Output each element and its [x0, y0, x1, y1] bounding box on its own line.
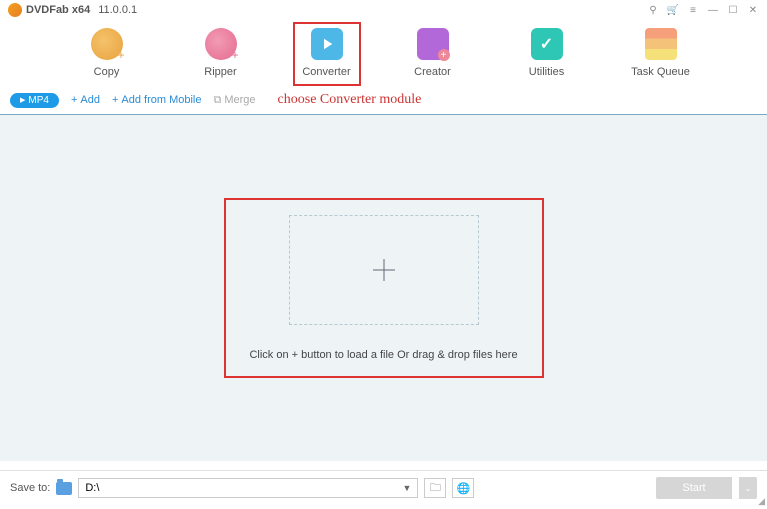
format-selector[interactable]: MP4 [10, 93, 59, 108]
browse-folder-button[interactable]: 🗀 [424, 478, 446, 498]
footer: Save to: D:\ ▼ 🗀 🌐 Start ⌄ [0, 470, 767, 505]
save-to-label: Save to: [10, 482, 50, 494]
drop-instruction: Click on + button to load a file Or drag… [249, 349, 517, 361]
start-label: Start [682, 482, 705, 494]
close-button[interactable]: ✕ [747, 4, 759, 16]
utilities-icon [531, 28, 563, 60]
minimize-button[interactable]: — [707, 4, 719, 16]
app-logo-icon [8, 3, 22, 17]
resize-grip-icon[interactable]: ◢ [758, 496, 765, 507]
app-name: DVDFab x64 [26, 4, 90, 16]
module-creator[interactable]: Creator [399, 28, 467, 78]
module-copy[interactable]: Copy [73, 28, 141, 78]
titlebar: DVDFab x64 11.0.0.1 ⚲ 🛒 ≡ — ☐ ✕ [0, 0, 767, 20]
module-label: Ripper [204, 66, 236, 78]
creator-icon [417, 28, 449, 60]
module-task-queue[interactable]: Task Queue [627, 28, 695, 78]
save-path-value: D:\ [85, 482, 99, 494]
drop-target[interactable] [289, 215, 479, 325]
module-ripper[interactable]: Ripper [187, 28, 255, 78]
add-mobile-label: Add from Mobile [121, 94, 201, 106]
merge-button: ⧉ Merge [214, 94, 256, 107]
module-label: Creator [414, 66, 451, 78]
copy-icon [91, 28, 123, 60]
converter-icon [311, 28, 343, 60]
maximize-button[interactable]: ☐ [727, 4, 739, 16]
module-utilities[interactable]: Utilities [513, 28, 581, 78]
chevron-down-icon: ▼ [402, 483, 411, 493]
ripper-icon [205, 28, 237, 60]
task-queue-icon [645, 28, 677, 60]
start-dropdown[interactable]: ⌄ [739, 477, 757, 499]
cart-icon[interactable]: 🛒 [667, 4, 679, 16]
web-button[interactable]: 🌐 [452, 478, 474, 498]
app-version: 11.0.0.1 [98, 4, 137, 16]
start-button[interactable]: Start [656, 477, 732, 499]
merge-label: Merge [224, 94, 255, 106]
module-label: Copy [94, 66, 120, 78]
module-tabs: Copy Ripper Converter Creator Utilities … [0, 20, 767, 90]
plus-icon [370, 256, 398, 284]
module-converter[interactable]: Converter [293, 22, 361, 86]
menu-icon[interactable]: ≡ [687, 4, 699, 16]
pin-icon[interactable]: ⚲ [647, 4, 659, 16]
main-content: Click on + button to load a file Or drag… [0, 115, 767, 461]
module-label: Utilities [529, 66, 564, 78]
module-label: Converter [302, 66, 350, 78]
format-label: MP4 [28, 95, 49, 106]
add-from-mobile-button[interactable]: + Add from Mobile [112, 94, 202, 106]
drop-zone-highlight: Click on + button to load a file Or drag… [224, 198, 544, 378]
toolbar: MP4 + Add + Add from Mobile ⧉ Merge choo… [0, 90, 767, 115]
add-button[interactable]: + Add [71, 94, 100, 106]
add-label: Add [80, 94, 100, 106]
module-label: Task Queue [631, 66, 690, 78]
save-path-dropdown[interactable]: D:\ ▼ [78, 478, 418, 498]
folder-icon[interactable] [56, 482, 72, 495]
tutorial-annotation: choose Converter module [278, 92, 422, 108]
